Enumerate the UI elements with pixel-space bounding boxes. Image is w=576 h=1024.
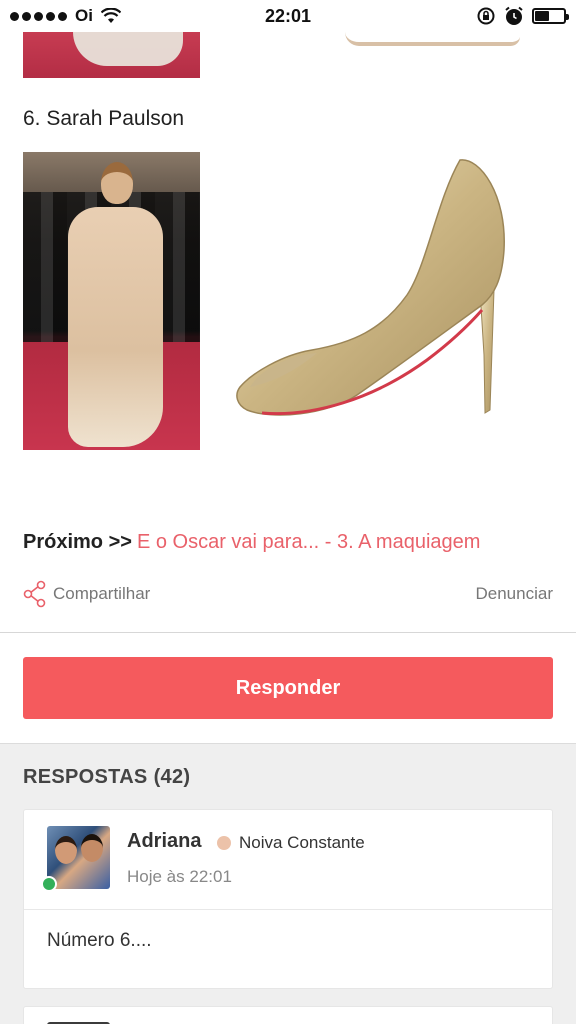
author-rank: Noiva Constante xyxy=(239,833,365,852)
divider xyxy=(0,632,576,633)
actions-row: Compartilhar Denunciar xyxy=(23,580,553,608)
response-timestamp: Hoje às 22:01 xyxy=(127,867,232,886)
responses-heading: RESPOSTAS (42) xyxy=(23,766,190,789)
next-response-card xyxy=(23,1006,553,1024)
carrier-name: Oi xyxy=(75,6,93,25)
next-post-link[interactable]: E o Oscar vai para... - 3. A maquiagem xyxy=(137,531,481,553)
share-button[interactable]: Compartilhar xyxy=(23,580,150,608)
avatar[interactable] xyxy=(47,826,110,889)
wifi-icon xyxy=(100,8,121,23)
online-status-icon xyxy=(41,876,57,892)
responses-title: RESPOSTAS xyxy=(23,766,148,788)
gold-peep-toe-shoe-image[interactable] xyxy=(232,155,522,425)
response-body: Número 6.... xyxy=(47,930,152,951)
reply-button[interactable]: Responder xyxy=(23,657,553,719)
next-post-row: Próximo >> E o Oscar vai para... - 3. A m… xyxy=(23,531,480,554)
report-button[interactable]: Denunciar xyxy=(476,584,554,604)
response-card: Adriana Noiva Constante Hoje às 22:01 Nú… xyxy=(23,809,553,989)
previous-dress-photo xyxy=(23,32,200,78)
rank-badge-icon xyxy=(217,836,231,850)
responses-count: (42) xyxy=(153,766,191,788)
author-name[interactable]: Adriana xyxy=(127,830,201,853)
share-icon xyxy=(23,580,46,608)
responses-section: RESPOSTAS (42) Adriana Noiva Constante Ho… xyxy=(0,743,576,1024)
signal-strength-icon xyxy=(10,11,67,21)
share-label: Compartilhar xyxy=(53,584,151,603)
alarm-icon xyxy=(505,6,523,25)
red-carpet-photo[interactable] xyxy=(23,152,200,450)
item-title: 6. Sarah Paulson xyxy=(23,107,185,130)
rotation-lock-icon xyxy=(477,7,495,25)
next-label: Próximo >> xyxy=(23,531,132,553)
battery-icon xyxy=(532,8,569,24)
status-bar: Oi 22:01 xyxy=(0,0,576,32)
previous-shoe-photo xyxy=(345,32,520,46)
